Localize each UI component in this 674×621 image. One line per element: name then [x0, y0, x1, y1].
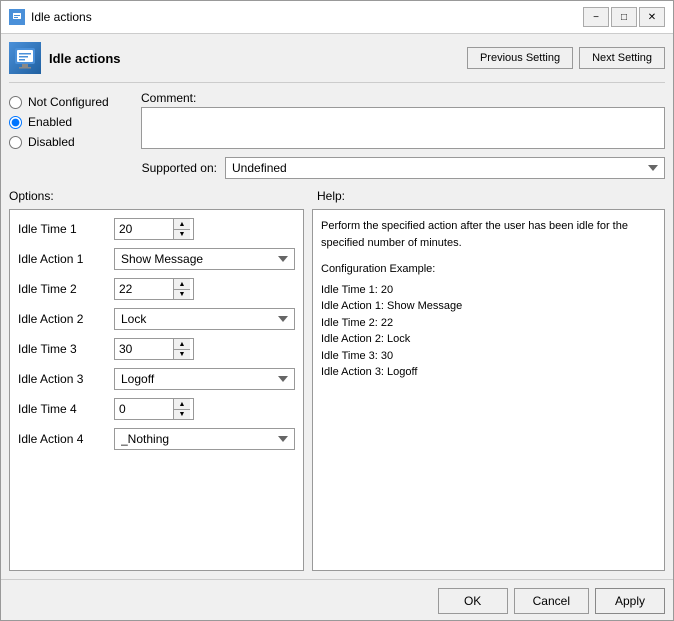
- idle-action-4-wrapper: Show Message Lock Logoff _Nothing: [114, 428, 295, 450]
- minimize-button[interactable]: −: [583, 7, 609, 27]
- disabled-option[interactable]: Disabled: [9, 135, 129, 149]
- window-controls: − □ ✕: [583, 7, 665, 27]
- cancel-button[interactable]: Cancel: [514, 588, 589, 614]
- disabled-label: Disabled: [28, 135, 75, 149]
- idle-time-3-input[interactable]: [115, 340, 173, 358]
- comment-label: Comment:: [141, 91, 665, 105]
- idle-action-2-wrapper: Show Message Lock Logoff _Nothing: [114, 308, 295, 330]
- idle-action-3-label: Idle Action 3: [18, 372, 108, 386]
- idle-time-1-input-wrapper: ▲ ▼: [114, 218, 194, 240]
- idle-time-row-2: Idle Time 2 ▲ ▼: [18, 278, 295, 300]
- content-area: Idle actions Previous Setting Next Setti…: [1, 34, 673, 579]
- enabled-label: Enabled: [28, 115, 72, 129]
- idle-time-row-1: Idle Time 1 ▲ ▼: [18, 218, 295, 240]
- idle-action-1-select[interactable]: Show Message Lock Logoff _Nothing: [114, 248, 295, 270]
- window-title: Idle actions: [31, 10, 583, 24]
- idle-action-row-1: Idle Action 1 Show Message Lock Logoff _…: [18, 248, 295, 270]
- help-line-1: Idle Time 1: 20: [321, 282, 656, 299]
- enabled-option[interactable]: Enabled: [9, 115, 129, 129]
- header-title: Idle actions: [49, 51, 121, 66]
- idle-time-3-down[interactable]: ▼: [174, 349, 190, 359]
- header-left: Idle actions: [9, 42, 121, 74]
- header-nav-buttons: Previous Setting Next Setting: [467, 47, 665, 69]
- comment-textarea[interactable]: [141, 107, 665, 149]
- idle-action-4-select[interactable]: Show Message Lock Logoff _Nothing: [114, 428, 295, 450]
- disabled-radio[interactable]: [9, 136, 22, 149]
- idle-time-2-spin: ▲ ▼: [173, 279, 190, 299]
- idle-time-3-label: Idle Time 3: [18, 342, 108, 356]
- supported-select[interactable]: Undefined: [225, 157, 665, 179]
- help-example-lines: Idle Time 1: 20 Idle Action 1: Show Mess…: [321, 282, 656, 381]
- idle-action-3-select[interactable]: Show Message Lock Logoff _Nothing: [114, 368, 295, 390]
- idle-time-2-input[interactable]: [115, 280, 173, 298]
- not-configured-option[interactable]: Not Configured: [9, 95, 129, 109]
- idle-time-1-up[interactable]: ▲: [174, 219, 190, 229]
- help-panel: Perform the specified action after the u…: [312, 209, 665, 571]
- close-button[interactable]: ✕: [639, 7, 665, 27]
- idle-time-4-spin: ▲ ▼: [173, 399, 190, 419]
- idle-time-4-up[interactable]: ▲: [174, 399, 190, 409]
- help-line-4: Idle Action 2: Lock: [321, 331, 656, 348]
- form-section: Not Configured Enabled Disabled Comment:: [9, 91, 665, 149]
- not-configured-label: Not Configured: [28, 95, 109, 109]
- idle-time-4-input-wrapper: ▲ ▼: [114, 398, 194, 420]
- help-label: Help:: [309, 187, 665, 205]
- main-panels: Idle Time 1 ▲ ▼ Idle Action 1 Show Messa…: [9, 209, 665, 571]
- idle-action-2-label: Idle Action 2: [18, 312, 108, 326]
- help-line-3: Idle Time 2: 22: [321, 315, 656, 332]
- idle-time-1-label: Idle Time 1: [18, 222, 108, 236]
- apply-button[interactable]: Apply: [595, 588, 665, 614]
- idle-action-row-3: Idle Action 3 Show Message Lock Logoff _…: [18, 368, 295, 390]
- help-line-2: Idle Action 1: Show Message: [321, 298, 656, 315]
- enabled-radio[interactable]: [9, 116, 22, 129]
- idle-action-row-4: Idle Action 4 Show Message Lock Logoff _…: [18, 428, 295, 450]
- idle-time-1-input[interactable]: [115, 220, 173, 238]
- idle-action-row-2: Idle Action 2 Show Message Lock Logoff _…: [18, 308, 295, 330]
- header-section: Idle actions Previous Setting Next Setti…: [9, 42, 665, 83]
- help-line-6: Idle Action 3: Logoff: [321, 364, 656, 381]
- idle-action-4-label: Idle Action 4: [18, 432, 108, 446]
- ok-button[interactable]: OK: [438, 588, 508, 614]
- not-configured-radio[interactable]: [9, 96, 22, 109]
- maximize-button[interactable]: □: [611, 7, 637, 27]
- idle-time-1-spin: ▲ ▼: [173, 219, 190, 239]
- idle-time-row-3: Idle Time 3 ▲ ▼: [18, 338, 295, 360]
- help-main-text: Perform the specified action after the u…: [321, 218, 656, 251]
- idle-time-2-up[interactable]: ▲: [174, 279, 190, 289]
- bottom-bar: OK Cancel Apply: [1, 579, 673, 620]
- idle-time-4-label: Idle Time 4: [18, 402, 108, 416]
- idle-time-row-4: Idle Time 4 ▲ ▼: [18, 398, 295, 420]
- next-setting-button[interactable]: Next Setting: [579, 47, 665, 69]
- policy-icon: [9, 42, 41, 74]
- idle-time-1-down[interactable]: ▼: [174, 229, 190, 239]
- options-help-labels: Options: Help:: [9, 187, 665, 205]
- idle-time-4-input[interactable]: [115, 400, 173, 418]
- previous-setting-button[interactable]: Previous Setting: [467, 47, 573, 69]
- idle-time-2-label: Idle Time 2: [18, 282, 108, 296]
- idle-action-1-wrapper: Show Message Lock Logoff _Nothing: [114, 248, 295, 270]
- options-panel: Idle Time 1 ▲ ▼ Idle Action 1 Show Messa…: [9, 209, 304, 571]
- window-icon: [9, 9, 25, 25]
- main-window: Idle actions − □ ✕: [0, 0, 674, 621]
- radio-group: Not Configured Enabled Disabled: [9, 91, 129, 149]
- idle-time-2-down[interactable]: ▼: [174, 289, 190, 299]
- options-label: Options:: [9, 187, 309, 205]
- help-example-label: Configuration Example:: [321, 261, 656, 278]
- idle-action-1-label: Idle Action 1: [18, 252, 108, 266]
- supported-row: Supported on: Undefined: [137, 157, 665, 179]
- idle-time-3-up[interactable]: ▲: [174, 339, 190, 349]
- comment-area: Comment:: [141, 91, 665, 149]
- idle-time-2-input-wrapper: ▲ ▼: [114, 278, 194, 300]
- title-bar: Idle actions − □ ✕: [1, 1, 673, 34]
- supported-label: Supported on:: [137, 161, 217, 175]
- idle-time-3-spin: ▲ ▼: [173, 339, 190, 359]
- idle-action-2-select[interactable]: Show Message Lock Logoff _Nothing: [114, 308, 295, 330]
- help-line-5: Idle Time 3: 30: [321, 348, 656, 365]
- idle-action-3-wrapper: Show Message Lock Logoff _Nothing: [114, 368, 295, 390]
- idle-time-3-input-wrapper: ▲ ▼: [114, 338, 194, 360]
- idle-time-4-down[interactable]: ▼: [174, 409, 190, 419]
